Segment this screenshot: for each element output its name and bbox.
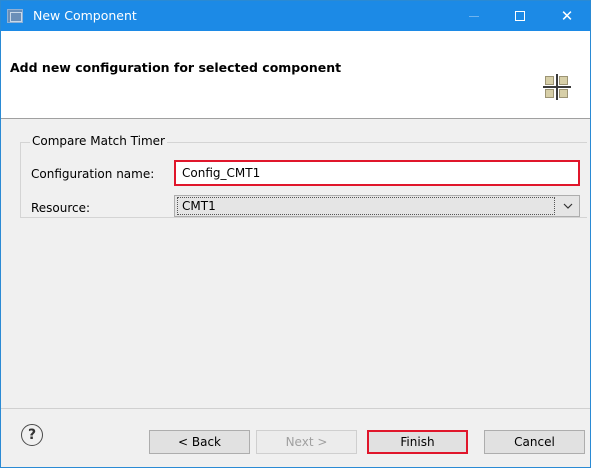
cancel-button[interactable]: Cancel <box>484 430 585 454</box>
dialog-footer: ? < Back Next > Finish Cancel <box>1 410 590 467</box>
finish-button[interactable]: Finish <box>367 430 468 454</box>
minimize-button[interactable] <box>451 1 497 31</box>
back-button[interactable]: < Back <box>149 430 250 454</box>
maximize-button[interactable] <box>497 1 543 31</box>
resource-label: Resource: <box>31 201 91 215</box>
configuration-name-input[interactable] <box>174 160 580 186</box>
group-legend: Compare Match Timer <box>30 134 167 148</box>
next-button[interactable]: Next > <box>256 430 357 454</box>
window-title: New Component <box>33 8 137 23</box>
maximize-icon <box>515 11 525 21</box>
help-icon[interactable]: ? <box>21 424 43 446</box>
component-grid-icon <box>543 74 571 100</box>
compare-match-timer-group: Compare Match Timer Configuration name: … <box>20 134 587 218</box>
minimize-icon <box>469 15 479 17</box>
title-bar[interactable]: New Component ✕ <box>1 1 590 31</box>
app-icon <box>7 9 23 23</box>
close-icon: ✕ <box>560 7 574 25</box>
dialog-header: Add new configuration for selected compo… <box>1 31 590 119</box>
close-button[interactable]: ✕ <box>544 1 590 31</box>
chevron-down-icon[interactable] <box>557 196 579 216</box>
resource-selected-value: CMT1 <box>177 197 555 215</box>
configuration-name-label: Configuration name: <box>31 167 155 181</box>
new-component-dialog: New Component ✕ Add new configuration fo… <box>0 0 591 468</box>
page-title: Add new configuration for selected compo… <box>10 60 342 75</box>
dialog-body: Compare Match Timer Configuration name: … <box>1 120 590 409</box>
resource-select[interactable]: CMT1 <box>174 195 580 217</box>
